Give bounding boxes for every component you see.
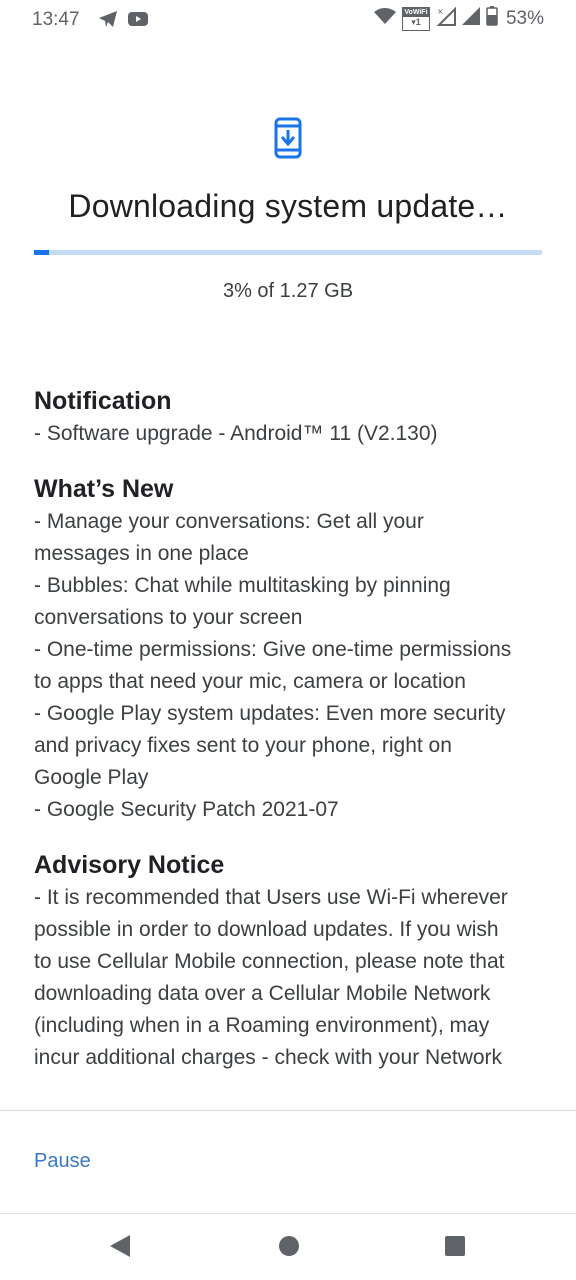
back-icon[interactable] xyxy=(108,1234,132,1263)
home-icon[interactable] xyxy=(278,1234,300,1261)
section-text-line: possible in order to download updates. I… xyxy=(34,918,499,941)
recents-icon[interactable] xyxy=(444,1234,466,1261)
divider xyxy=(0,1110,576,1111)
section-text-line: - Google Play system updates: Even more … xyxy=(34,702,506,725)
section-text-line: - One-time permissions: Give one-time pe… xyxy=(34,638,512,661)
section-text-line: to use Cellular Mobile connection, pleas… xyxy=(34,950,505,973)
release-notes-scroll-area[interactable]: Notification - Software upgrade - Android… xyxy=(0,0,576,1110)
release-notes: Notification - Software upgrade - Android… xyxy=(34,384,554,1096)
section-heading: What’s New xyxy=(34,475,174,503)
section-text-line: incur additional charges - check with yo… xyxy=(34,1046,503,1069)
section-text-line: - Manage your conversations: Get all you… xyxy=(34,510,424,533)
section-advisory-notice: Advisory Notice - It is recommended that … xyxy=(34,848,554,1074)
section-text-line: downloading data over a Cellular Mobile … xyxy=(34,982,491,1005)
section-what-s-new: What’s New - Manage your conversations: G… xyxy=(34,472,554,826)
section-text-line: - It is recommended that Users use Wi-Fi… xyxy=(34,886,508,909)
navigation-bar xyxy=(0,1214,576,1280)
section-text-line: - Google Security Patch 2021-07 xyxy=(34,798,339,821)
section-notification: Notification - Software upgrade - Android… xyxy=(34,384,554,450)
section-text-line: Google Play xyxy=(34,766,149,789)
pause-button[interactable]: Pause xyxy=(34,1150,91,1173)
section-text-line: - Software upgrade - Android™ 11 (V2.130… xyxy=(34,422,438,445)
section-text-line: (including when in a Roaming environment… xyxy=(34,1014,490,1037)
section-text-line: messages in one place xyxy=(34,542,249,565)
section-text-line: conversations to your screen xyxy=(34,606,303,629)
section-text-line: and privacy fixes sent to your phone, ri… xyxy=(34,734,452,757)
section-text-line: to apps that need your mic, camera or lo… xyxy=(34,670,466,693)
section-text-line: - Bubbles: Chat while multitasking by pi… xyxy=(34,574,451,597)
section-heading: Advisory Notice xyxy=(34,851,225,879)
section-heading: Notification xyxy=(34,387,172,415)
